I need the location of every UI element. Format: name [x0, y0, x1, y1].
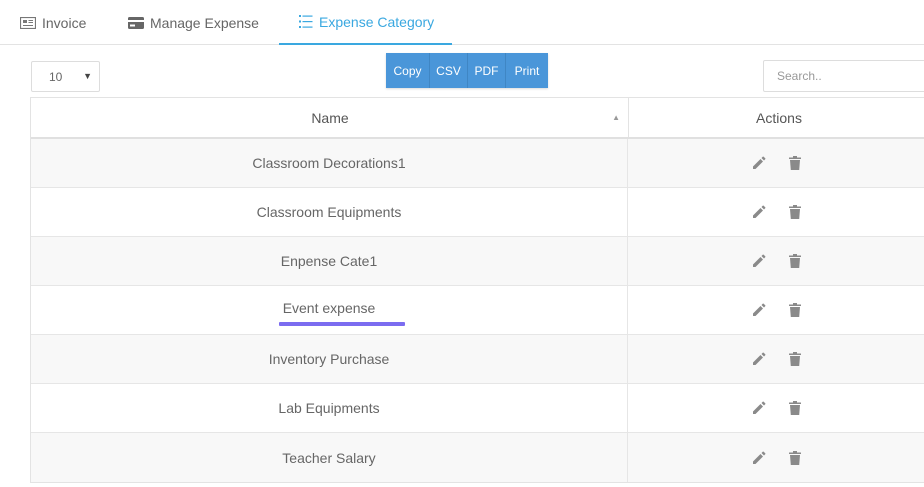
- delete-trash-icon[interactable]: [787, 253, 803, 269]
- column-header-name[interactable]: Name ▲: [32, 98, 629, 137]
- tab-manage-expense-label: Manage Expense: [150, 14, 259, 31]
- list-icon: [299, 15, 313, 28]
- actions-cell: [627, 335, 924, 383]
- table-row: Classroom Decorations1: [31, 139, 924, 188]
- column-header-actions-label: Actions: [756, 109, 802, 126]
- tab-expense-category[interactable]: Expense Category: [279, 0, 452, 45]
- actions-cell: [627, 433, 924, 482]
- table-body: Classroom Decorations1 Classroom Equipme…: [31, 139, 924, 482]
- expense-category-table: Name ▲ Actions Classroom Decorations1 Cl…: [30, 97, 924, 483]
- tab-invoice[interactable]: Invoice: [20, 0, 86, 45]
- edit-pencil-icon[interactable]: [751, 204, 767, 220]
- edit-pencil-icon[interactable]: [751, 400, 767, 416]
- edit-pencil-icon[interactable]: [751, 351, 767, 367]
- column-header-name-label: Name: [311, 109, 349, 126]
- tab-manage-expense[interactable]: Manage Expense: [128, 0, 259, 45]
- category-name-cell: Classroom Equipments: [31, 188, 628, 236]
- sort-asc-icon: ▲: [612, 113, 620, 122]
- tab-expense-category-label: Expense Category: [319, 13, 435, 30]
- actions-cell: [627, 139, 924, 187]
- edit-pencil-icon[interactable]: [751, 253, 767, 269]
- delete-trash-icon[interactable]: [787, 204, 803, 220]
- tab-bar: Invoice Manage Expense Expense Category: [0, 0, 924, 45]
- page-length-value: 10: [49, 69, 63, 84]
- table-row: Teacher Salary: [31, 433, 924, 482]
- delete-trash-icon[interactable]: [787, 450, 803, 466]
- category-name-cell: Teacher Salary: [31, 433, 628, 482]
- search-input[interactable]: [763, 60, 924, 92]
- actions-cell: [627, 384, 924, 432]
- column-header-actions: Actions: [629, 98, 924, 137]
- export-button-group: Copy CSV PDF Print: [386, 53, 548, 88]
- print-button[interactable]: Print: [506, 53, 548, 88]
- delete-trash-icon[interactable]: [787, 400, 803, 416]
- csv-button[interactable]: CSV: [430, 53, 468, 88]
- highlight-underline: [279, 322, 405, 326]
- edit-pencil-icon[interactable]: [751, 302, 767, 318]
- edit-pencil-icon[interactable]: [751, 450, 767, 466]
- actions-cell: [627, 237, 924, 285]
- page-length-select[interactable]: 10 ▼: [31, 61, 100, 92]
- edit-pencil-icon[interactable]: [751, 155, 767, 171]
- category-name-cell: Classroom Decorations1: [31, 139, 628, 187]
- category-name-cell: Event expense: [282, 300, 376, 316]
- actions-cell: [627, 188, 924, 236]
- copy-button[interactable]: Copy: [386, 53, 430, 88]
- tab-invoice-label: Invoice: [42, 14, 87, 31]
- actions-cell: [627, 286, 924, 334]
- category-name-cell: Lab Equipments: [31, 384, 628, 432]
- table-row: Enpense Cate1: [31, 237, 924, 286]
- delete-trash-icon[interactable]: [787, 302, 803, 318]
- category-name-cell: Enpense Cate1: [31, 237, 628, 285]
- delete-trash-icon[interactable]: [787, 351, 803, 367]
- table-row: Event expense: [31, 286, 924, 335]
- caret-down-icon: ▼: [83, 71, 92, 81]
- table-row: Classroom Equipments: [31, 188, 924, 237]
- invoice-icon: [20, 16, 36, 29]
- category-name-cell: Inventory Purchase: [31, 335, 628, 383]
- card-icon: [128, 16, 144, 29]
- pdf-button[interactable]: PDF: [468, 53, 506, 88]
- category-name-cell-wrapper: Event expense: [31, 286, 628, 334]
- delete-trash-icon[interactable]: [787, 155, 803, 171]
- table-header: Name ▲ Actions: [31, 98, 924, 139]
- table-row: Inventory Purchase: [31, 335, 924, 384]
- table-row: Lab Equipments: [31, 384, 924, 433]
